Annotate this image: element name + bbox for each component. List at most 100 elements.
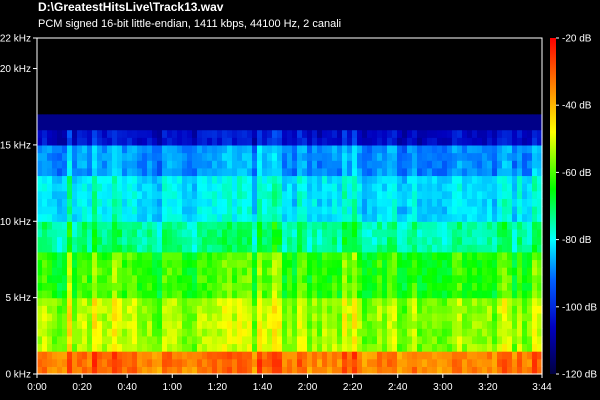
spectrogram-cell <box>362 137 368 146</box>
spectrogram-cell <box>522 305 528 314</box>
spectrogram-cell <box>477 206 483 215</box>
spectrogram-cell <box>107 343 113 352</box>
spectrogram-cell <box>62 267 68 276</box>
spectrogram-cell <box>517 251 523 261</box>
spectrogram-cell <box>282 152 288 161</box>
spectrogram-cell <box>497 236 503 245</box>
spectrogram-cell <box>47 312 53 322</box>
spectrogram-cell <box>137 358 143 367</box>
spectrogram-cell <box>322 297 328 306</box>
spectrogram-cell <box>427 282 433 291</box>
spectrogram-cell <box>67 198 73 207</box>
spectrogram-cell <box>507 351 513 360</box>
time-tick-label: 1:40 <box>253 382 273 393</box>
spectrogram-cell <box>362 144 368 154</box>
spectrogram-cell <box>262 335 268 345</box>
spectrogram-cell <box>392 297 398 306</box>
spectrogram-cell <box>442 251 448 261</box>
frequency-tick-label: 10 kHz <box>0 217 31 228</box>
spectrogram-cell <box>207 274 213 283</box>
spectrogram-cell <box>532 114 538 123</box>
spectrogram-cell <box>347 328 353 337</box>
spectrogram-cell <box>147 137 153 146</box>
spectrogram-cell <box>307 282 313 291</box>
spectrogram-cell <box>172 297 178 306</box>
spectrogram-cell <box>257 297 263 306</box>
spectrogram-cell <box>367 175 373 184</box>
spectrogram-cell <box>197 305 203 314</box>
spectrogram-cell <box>402 251 408 261</box>
spectrogram-cell <box>452 297 458 306</box>
spectrogram-cell <box>462 335 468 345</box>
spectrogram-cell <box>187 351 193 360</box>
spectrogram-cell <box>492 274 498 283</box>
spectrogram-cell <box>302 129 308 138</box>
spectrogram-cell <box>122 114 128 123</box>
spectrogram-cell <box>452 343 458 352</box>
spectrogram-cell <box>112 236 118 245</box>
spectrogram-cell <box>307 129 313 138</box>
spectrogram-cell <box>482 190 488 199</box>
spectrogram-cell <box>247 274 253 283</box>
spectrogram-cell <box>162 129 168 138</box>
spectrogram-cell <box>167 152 173 161</box>
spectrogram-cell <box>322 137 328 146</box>
spectrogram-cell <box>502 167 508 177</box>
spectrogram-cell <box>327 305 333 314</box>
spectrogram-cell <box>242 175 248 184</box>
spectrogram-cell <box>252 221 258 230</box>
spectrogram-cell <box>82 290 88 299</box>
spectrogram-cell <box>97 198 103 207</box>
spectrogram-cell <box>72 137 78 146</box>
spectrogram-cell <box>367 213 373 222</box>
spectrogram-cell <box>112 297 118 306</box>
spectrogram-cell <box>247 129 253 138</box>
spectrogram-cell <box>532 343 538 352</box>
spectrogram-cell <box>377 198 383 207</box>
spectrogram-cell <box>237 228 243 238</box>
spectrogram-cell <box>242 144 248 154</box>
spectrogram-cell <box>482 152 488 161</box>
spectrogram-cell <box>352 267 358 276</box>
spectrogram-cell <box>167 183 173 192</box>
spectrogram-cell <box>437 167 443 177</box>
spectrogram-cell <box>352 251 358 261</box>
spectrogram-cell <box>467 351 473 360</box>
spectrogram-cell <box>302 206 308 215</box>
spectrogram-cell <box>242 366 248 375</box>
spectrogram-cell <box>457 320 463 329</box>
spectrogram-cell <box>237 244 243 253</box>
time-tick-label: 0:40 <box>117 382 137 393</box>
spectrogram-cell <box>197 358 203 367</box>
spectrogram-cell <box>97 183 103 192</box>
spectrogram-cell <box>117 351 123 360</box>
spectrogram-cell <box>197 312 203 322</box>
spectrogram-cell <box>107 144 113 154</box>
spectrogram-cell <box>217 114 223 123</box>
spectrogram-cell <box>182 335 188 345</box>
spectrogram-cell <box>287 160 293 169</box>
spectrogram-cell <box>207 175 213 184</box>
spectrogram-cell <box>157 312 163 322</box>
spectrogram-cell <box>232 137 238 146</box>
spectrogram-cell <box>372 122 378 131</box>
spectrogram-cell <box>107 213 113 222</box>
spectrogram-cell <box>262 251 268 261</box>
spectrogram-cell <box>82 259 88 268</box>
spectrogram-cell <box>197 351 203 360</box>
spectrogram-cell <box>262 206 268 215</box>
spectrogram-cell <box>37 221 43 230</box>
spectrogram-cell <box>367 351 373 360</box>
spectrogram-cell <box>162 358 168 367</box>
spectrogram-cell <box>52 267 58 276</box>
spectrogram-cell <box>197 137 203 146</box>
spectrogram-cell <box>517 137 523 146</box>
spectrogram-cell <box>427 320 433 329</box>
spectrogram-cell <box>232 366 238 375</box>
spectrogram-cell <box>237 129 243 138</box>
spectrogram-cell <box>507 305 513 314</box>
spectrogram-cell <box>402 305 408 314</box>
spectrogram-cell <box>337 137 343 146</box>
spectrogram-cell <box>57 114 63 123</box>
spectrogram-cell <box>82 137 88 146</box>
